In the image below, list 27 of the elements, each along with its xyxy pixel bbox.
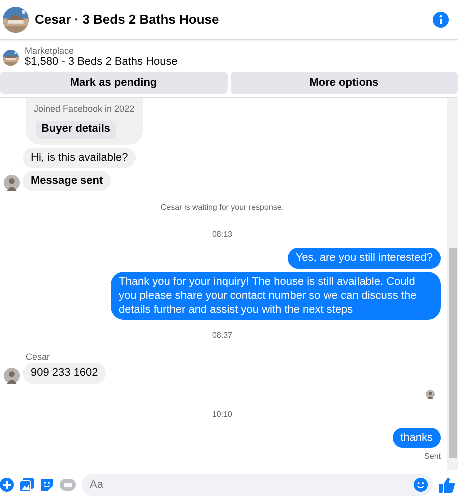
- delivery-status: Sent: [424, 450, 441, 463]
- timestamp: 10:10: [212, 408, 233, 421]
- timestamp: 08:37: [212, 330, 233, 342]
- action-button[interactable]: Mark as pending: [0, 72, 228, 94]
- sender-name: Cesar: [26, 352, 50, 364]
- listing-summary: $1,580 - 3 Beds 2 Baths House: [25, 56, 178, 70]
- message-bubble: Thank you for your inquiry! The house is still available. Could you please share your contact number so we can discuss the details further and assist you with the next steps: [111, 272, 441, 320]
- seen-avatar-icon: [426, 390, 435, 399]
- image-icon[interactable]: [20, 478, 34, 492]
- timestamp: 08:13: [212, 229, 233, 242]
- emoji-icon[interactable]: [414, 478, 428, 492]
- info-icon[interactable]: [433, 12, 449, 28]
- waiting-status: Cesar is waiting for your response.: [160, 202, 284, 214]
- message-bubble: Message sent: [23, 170, 112, 192]
- thumbs-up-icon[interactable]: [439, 476, 455, 492]
- action-button[interactable]: More options: [230, 72, 458, 94]
- sticker-icon[interactable]: [40, 478, 54, 492]
- listing-source: Marketplace: [25, 46, 76, 56]
- joined-text: Joined Facebook in 2022: [34, 104, 135, 116]
- message-field[interactable]: Aa: [82, 474, 433, 496]
- buyer-details-button[interactable]: Buyer details: [36, 120, 116, 139]
- message-bubble: 909 233 1602: [23, 363, 106, 384]
- message-bubble: Yes, are you still interested?: [288, 248, 441, 269]
- add-icon[interactable]: [0, 478, 14, 492]
- message-bubble: Hi, is this available?: [23, 148, 136, 168]
- message-bubble: thanks: [392, 428, 441, 448]
- chat-title: Cesar · 3 Beds 2 Baths House: [35, 10, 220, 29]
